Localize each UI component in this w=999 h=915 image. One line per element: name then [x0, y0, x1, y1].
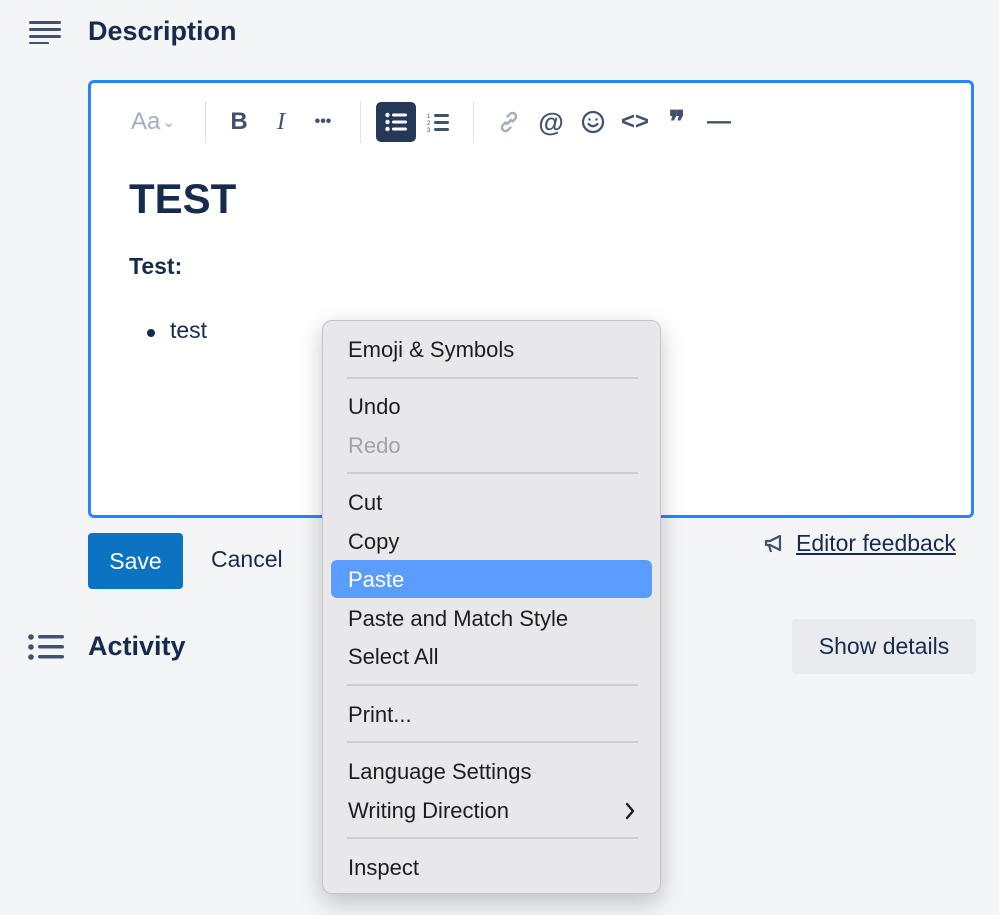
content-heading[interactable]: TEST — [129, 175, 236, 223]
menu-item-paste-match-style[interactable]: Paste and Match Style — [348, 606, 568, 632]
menu-item-undo[interactable]: Undo — [348, 394, 401, 420]
svg-text:3: 3 — [427, 128, 431, 132]
menu-item-writing-direction[interactable]: Writing Direction — [348, 798, 509, 824]
more-icon: ••• — [314, 113, 332, 130]
menu-item-copy[interactable]: Copy — [348, 529, 399, 555]
menu-item-redo: Redo — [348, 433, 401, 458]
code-button[interactable]: <> — [617, 105, 653, 139]
menu-item-cut[interactable]: Cut — [348, 490, 382, 516]
list-item[interactable]: test — [170, 317, 207, 344]
menu-separator — [347, 377, 638, 379]
bullet-list-button[interactable] — [376, 102, 416, 142]
megaphone-icon — [764, 534, 782, 552]
menu-separator — [347, 472, 638, 474]
quote-button[interactable]: ❞ — [659, 105, 695, 139]
chevron-right-icon — [625, 802, 635, 820]
bold-button[interactable]: B — [221, 105, 257, 139]
menu-separator — [347, 684, 638, 686]
svg-text:2: 2 — [427, 121, 431, 127]
link-button[interactable] — [491, 105, 527, 139]
toolbar-divider — [473, 101, 474, 143]
emoji-icon — [581, 110, 605, 134]
content-bold-line[interactable]: Test: — [129, 253, 182, 280]
numbered-list-button[interactable]: 1 2 3 — [420, 105, 456, 139]
italic-icon: I — [277, 108, 285, 135]
menu-item-inspect[interactable]: Inspect — [348, 855, 419, 881]
toolbar-divider — [360, 101, 361, 143]
bullet-list-icon — [385, 112, 407, 132]
more-formatting-button[interactable]: ••• — [305, 105, 341, 139]
numbered-list-icon: 1 2 3 — [427, 114, 449, 132]
description-title: Description — [88, 16, 237, 46]
menu-separator — [347, 837, 638, 839]
activity-list-icon — [28, 634, 64, 660]
bullet-dot — [147, 329, 155, 337]
text-style-dropdown[interactable]: Aa ⌄ — [125, 105, 181, 139]
svg-text:1: 1 — [427, 114, 431, 120]
save-button[interactable]: Save — [88, 533, 183, 589]
mention-icon: @ — [538, 106, 564, 137]
menu-item-language-settings[interactable]: Language Settings — [348, 759, 532, 785]
menu-item-emoji-symbols[interactable]: Emoji & Symbols — [348, 337, 514, 363]
divider-icon: — — [707, 108, 731, 135]
code-icon: <> — [620, 108, 650, 135]
emoji-button[interactable] — [575, 105, 611, 139]
italic-button[interactable]: I — [263, 105, 299, 139]
quote-icon: ❞ — [668, 105, 686, 139]
context-menu: Emoji & Symbols Undo Redo Cut Copy Paste… — [322, 320, 661, 894]
mention-button[interactable]: @ — [533, 105, 569, 139]
editor-feedback-link[interactable]: Editor feedback — [764, 530, 956, 557]
text-style-label: Aa — [131, 108, 161, 135]
show-details-button[interactable]: Show details — [792, 619, 976, 674]
editor-feedback-label[interactable]: Editor feedback — [796, 530, 956, 557]
menu-item-print[interactable]: Print... — [348, 702, 412, 728]
menu-item-paste[interactable]: Paste — [348, 567, 404, 593]
activity-title: Activity — [88, 631, 186, 661]
divider-button[interactable]: — — [701, 105, 737, 139]
menu-item-select-all[interactable]: Select All — [348, 644, 439, 670]
cancel-button[interactable]: Cancel — [211, 546, 283, 573]
menu-separator — [347, 741, 638, 743]
toolbar-divider — [205, 101, 206, 143]
link-icon — [500, 111, 518, 133]
chevron-down-icon: ⌄ — [162, 114, 175, 131]
description-lines-icon — [28, 20, 62, 45]
bold-icon: B — [230, 108, 248, 135]
